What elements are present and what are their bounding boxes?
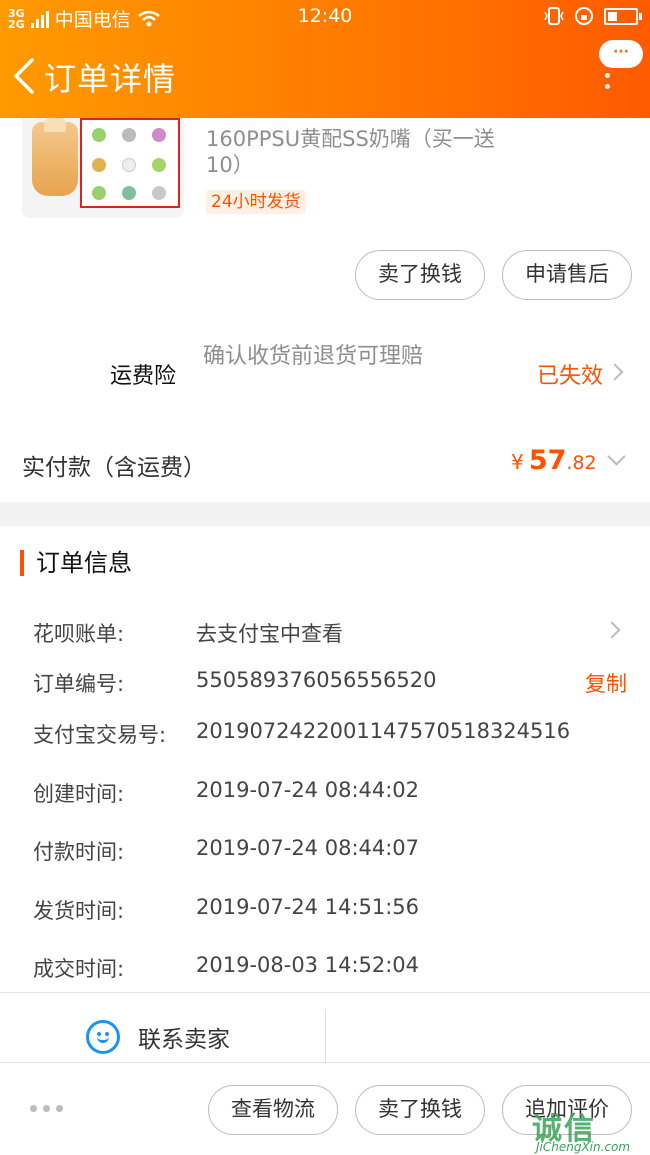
order-product-card: 160PPSU黄配SS奶嘴（买一送10） 24小时发货 卖了换钱 申请售后 运费… <box>0 118 650 502</box>
amount-integer: 57 <box>528 445 567 476</box>
completed-time-value: 2019-08-03 14:52:04 <box>196 953 420 977</box>
back-arrow-icon[interactable] <box>10 56 38 96</box>
shipping-insurance-label: 运费险 <box>110 364 177 389</box>
order-number-label: 订单编号: <box>33 672 125 696</box>
resell-button-bottom[interactable]: 卖了换钱 <box>355 1085 485 1135</box>
chat-smile-icon <box>86 1020 120 1054</box>
alipay-trade-number-label: 支付宝交易号: <box>33 723 167 747</box>
rotation-lock-icon <box>575 7 593 25</box>
shipped-time-value: 2019-07-24 14:51:56 <box>196 895 420 919</box>
chevron-right-icon[interactable] <box>603 621 621 639</box>
order-info-card: 订单信息 花呗账单: 去支付宝中查看 订单编号: 550589376056556… <box>0 526 650 1062</box>
overflow-menu-icon[interactable] <box>603 62 611 92</box>
resell-button[interactable]: 卖了换钱 <box>355 250 485 300</box>
view-logistics-button[interactable]: 查看物流 <box>208 1085 338 1135</box>
huabei-bill-value[interactable]: 去支付宝中查看 <box>196 618 343 648</box>
more-actions-icon[interactable] <box>30 1105 63 1112</box>
page-title: 订单详情 <box>44 60 177 98</box>
huabei-bill-label: 花呗账单: <box>33 622 125 646</box>
status-right <box>544 6 642 26</box>
app-header: 3G 2G 中国电信 12:40 订单详情 ··· <box>0 0 650 118</box>
status-bar: 3G 2G 中国电信 12:40 <box>0 0 650 34</box>
shipping-badge: 24小时发货 <box>206 190 306 214</box>
shipping-insurance-status[interactable]: 已失效 <box>537 358 603 390</box>
order-info-title: 订单信息 <box>20 550 132 576</box>
product-thumbnail[interactable] <box>22 118 184 218</box>
paid-time-label: 付款时间: <box>33 840 125 864</box>
contact-seller-label: 联系卖家 <box>138 1027 230 1053</box>
watermark-logo: 诚信 JiChengXin.com <box>532 1112 631 1154</box>
bottle-parts-image <box>80 118 180 208</box>
contact-seller-button[interactable]: 联系卖家 <box>86 1016 230 1058</box>
product-name[interactable]: 160PPSU黄配SS奶嘴（买一送10） <box>206 126 506 178</box>
paid-time-value: 2019-07-24 08:44:07 <box>196 836 420 860</box>
created-time-value: 2019-07-24 08:44:02 <box>196 778 420 802</box>
amount-decimal: .82 <box>566 452 597 474</box>
alipay-trade-number-value: 2019072422001147570518324516 <box>196 719 571 743</box>
copy-button[interactable]: 复制 <box>585 668 627 698</box>
created-time-label: 创建时间: <box>33 782 125 806</box>
chevron-right-icon[interactable] <box>606 363 624 381</box>
after-sales-button[interactable]: 申请售后 <box>502 250 632 300</box>
vibrate-icon <box>544 7 564 25</box>
currency-symbol: ¥ <box>511 450 524 474</box>
battery-icon <box>604 7 642 25</box>
divider <box>0 992 650 993</box>
shipped-time-label: 发货时间: <box>33 899 125 923</box>
chevron-down-icon[interactable] <box>607 447 626 466</box>
shipping-insurance-description: 确认收货前退货可理赔 <box>203 344 424 369</box>
order-number-value: 550589376056556520 <box>196 668 437 692</box>
actual-payment-label: 实付款（含运费） <box>22 455 206 481</box>
vertical-divider <box>325 1010 326 1062</box>
completed-time-label: 成交时间: <box>33 957 125 981</box>
baby-bottle-image <box>32 118 78 196</box>
actual-payment-amount: ¥ 57.82 <box>511 445 597 476</box>
